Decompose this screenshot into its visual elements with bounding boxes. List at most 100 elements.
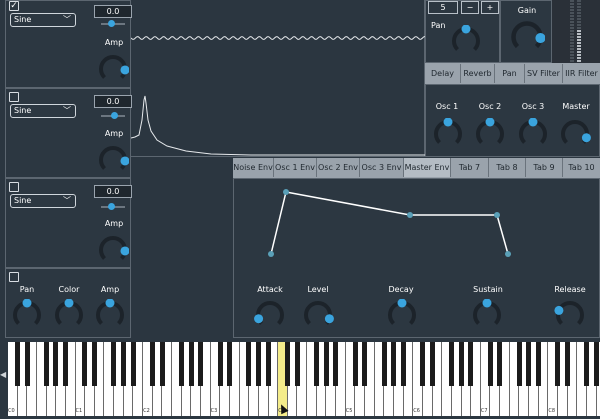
mix-osc3-knob[interactable] — [517, 118, 549, 150]
tab-sv-filter[interactable]: SV Filter — [525, 64, 563, 83]
piano-black-key[interactable] — [265, 342, 271, 386]
piano-black-key[interactable] — [535, 342, 541, 386]
knob-indicator[interactable] — [120, 65, 129, 75]
knob-indicator[interactable] — [254, 314, 264, 324]
piano-black-key[interactable] — [381, 342, 387, 386]
envelope-point-sustain[interactable] — [494, 212, 500, 218]
piano-black-key[interactable] — [121, 342, 126, 386]
tab-7[interactable]: Tab 7 — [451, 158, 489, 177]
tab-master-env[interactable]: Master Env — [404, 158, 451, 177]
piano-black-key[interactable] — [516, 342, 522, 386]
mix-osc1-knob[interactable] — [432, 118, 464, 150]
osc3-wave-select[interactable]: Sine ﹀ — [10, 194, 76, 208]
tab-9[interactable]: Tab 9 — [526, 158, 563, 177]
knob-indicator[interactable] — [120, 156, 129, 166]
tab-osc3-env[interactable]: Osc 3 Env — [360, 158, 404, 177]
piano-black-key[interactable] — [497, 342, 503, 386]
piano-black-key[interactable] — [14, 342, 20, 386]
knob-indicator[interactable] — [581, 133, 591, 143]
knob-indicator[interactable] — [482, 299, 492, 308]
piano-black-key[interactable] — [246, 342, 252, 386]
osc3-enable-checkbox[interactable] — [9, 182, 19, 192]
sustain-knob[interactable] — [471, 299, 503, 331]
increment-button[interactable]: + — [481, 1, 499, 14]
osc1-amp-knob[interactable] — [97, 53, 129, 85]
piano-black-key[interactable] — [564, 342, 570, 386]
piano-black-key[interactable] — [449, 342, 455, 386]
tab-noise-env[interactable]: Noise Env — [233, 158, 274, 177]
piano-black-key[interactable] — [526, 342, 532, 386]
knob-indicator[interactable] — [324, 314, 334, 324]
piano-black-key[interactable] — [429, 342, 435, 386]
noise-pan-knob[interactable] — [11, 299, 43, 331]
gain-knob[interactable] — [509, 19, 545, 55]
piano-black-key[interactable] — [362, 342, 368, 386]
pan-knob[interactable] — [450, 25, 482, 57]
knob-indicator[interactable] — [528, 118, 538, 127]
envelope-point-release[interactable] — [505, 251, 511, 257]
osc2-tune-thumb[interactable] — [111, 112, 118, 119]
tab-reverb[interactable]: Reverb — [461, 64, 495, 83]
envelope-point-start[interactable] — [268, 251, 274, 257]
piano-black-key[interactable] — [92, 342, 98, 386]
osc3-tune-thumb[interactable] — [108, 203, 115, 210]
keyboard-scroll-left[interactable]: ◀ — [0, 367, 6, 383]
piano-black-key[interactable] — [149, 342, 155, 386]
envelope-point-decay[interactable] — [407, 212, 413, 218]
mix-osc2-knob[interactable] — [474, 118, 506, 150]
piano-black-key[interactable] — [487, 342, 493, 386]
knob-indicator[interactable] — [105, 299, 115, 308]
piano-black-key[interactable] — [314, 342, 319, 386]
osc1-tune-thumb[interactable] — [108, 20, 115, 27]
knob-indicator[interactable] — [443, 118, 453, 127]
osc1-value-box[interactable]: 0.0 — [94, 5, 132, 18]
attack-knob[interactable] — [254, 299, 286, 331]
knob-indicator[interactable] — [554, 305, 564, 315]
voice-count-box[interactable]: 5 — [428, 1, 458, 14]
piano-black-key[interactable] — [323, 342, 329, 386]
osc2-tune-slider[interactable] — [101, 112, 125, 119]
tab-osc2-env[interactable]: Osc 2 Env — [317, 158, 360, 177]
piano-black-key[interactable] — [43, 342, 49, 386]
piano-black-key[interactable] — [285, 342, 291, 386]
osc1-wave-select[interactable]: Sine ﹀ — [10, 13, 76, 27]
osc2-value-box[interactable]: 0.0 — [94, 95, 132, 108]
osc3-amp-knob[interactable] — [97, 234, 129, 266]
osc1-tune-slider[interactable] — [101, 20, 125, 27]
noise-color-knob[interactable] — [53, 299, 85, 331]
noise-enable-checkbox[interactable] — [9, 272, 19, 282]
decrement-button[interactable]: − — [461, 1, 479, 14]
tab-iir-filter[interactable]: IIR Filter — [563, 64, 600, 83]
knob-indicator[interactable] — [120, 246, 129, 256]
piano-black-key[interactable] — [217, 342, 223, 386]
piano-black-key[interactable] — [227, 342, 233, 386]
piano-black-key[interactable] — [63, 342, 69, 386]
piano-black-key[interactable] — [198, 342, 204, 386]
piano-keyboard[interactable]: C0 C1 C2 C3 C4 C5 C6 C7 C8 — [8, 342, 600, 416]
piano-black-key[interactable] — [458, 342, 464, 386]
osc3-tune-slider[interactable] — [101, 203, 125, 210]
tab-pan[interactable]: Pan — [495, 64, 525, 83]
piano-black-key[interactable] — [391, 342, 397, 386]
piano-black-key[interactable] — [188, 342, 194, 386]
knob-indicator[interactable] — [397, 299, 407, 308]
piano-black-key[interactable] — [593, 342, 599, 386]
envelope-point-attack[interactable] — [283, 189, 289, 195]
triangle-left-icon[interactable]: ◀ — [0, 370, 6, 379]
piano-black-key[interactable] — [420, 342, 426, 386]
piano-black-key[interactable] — [130, 342, 136, 386]
tab-8[interactable]: Tab 8 — [489, 158, 526, 177]
knob-indicator[interactable] — [461, 25, 471, 34]
piano-black-key[interactable] — [82, 342, 88, 386]
piano-black-key[interactable] — [555, 342, 561, 386]
osc1-enable-checkbox[interactable]: ✓ — [9, 1, 19, 11]
mix-master-knob[interactable] — [559, 118, 591, 150]
knob-indicator[interactable] — [22, 299, 32, 308]
piano-black-key[interactable] — [400, 342, 406, 386]
knob-indicator[interactable] — [485, 118, 495, 127]
osc2-enable-checkbox[interactable] — [9, 92, 19, 102]
piano-black-key[interactable] — [352, 342, 358, 386]
noise-amp-knob[interactable] — [94, 299, 126, 331]
tab-delay[interactable]: Delay — [425, 64, 461, 83]
piano-black-key[interactable] — [294, 342, 300, 386]
